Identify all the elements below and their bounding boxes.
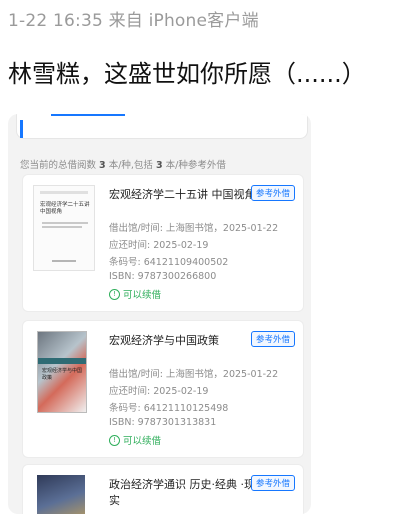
info-icon: !	[109, 434, 120, 446]
summary-count: 3	[99, 160, 106, 171]
post-text: 林雪糕，这盛世如你所愿（......）	[8, 60, 366, 88]
book-cover: 宏观经济学二十五讲 中国视角	[33, 185, 95, 271]
cover-title: 宏观经济学与中国政策	[42, 368, 83, 381]
book-card[interactable]: 政治经济学通识 历史·经典 ·现实 参考外借	[22, 464, 304, 514]
due-date: 应还时间: 2025-02-19	[109, 386, 209, 397]
isbn: ISBN: 9787301313831	[109, 417, 217, 428]
barcode: 条码号: 64121109400502	[109, 257, 229, 268]
book-cover: 宏观经济学与中国政策	[37, 331, 87, 413]
book-title[interactable]: 政治经济学通识 历史·经典 ·现实	[109, 477, 261, 509]
cover-band	[38, 358, 86, 364]
post-meta: 1-22 16:35 来自 iPhone客户端	[8, 11, 259, 31]
cover-publisher	[52, 260, 76, 262]
borrow-summary: 您当前的总借阅数 3 本/种,包括 3 本/种参考外借	[20, 157, 226, 171]
cover-header	[40, 191, 88, 194]
summary-prefix: 您当前的总借阅数	[20, 160, 97, 171]
summary-suffix: 本/种参考外借	[165, 160, 226, 171]
tab-bar	[16, 114, 308, 139]
info-icon: !	[109, 288, 120, 300]
screenshot-image[interactable]: 您当前的总借阅数 3 本/种,包括 3 本/种参考外借 宏观经济学二十五讲 中国…	[8, 114, 311, 514]
renew-label: 可以续借	[123, 436, 162, 447]
reference-loan-badge: 参考外借	[251, 331, 296, 347]
isbn: ISBN: 9787300266800	[109, 271, 217, 282]
book-card[interactable]: 宏观经济学与中国政策 宏观经济学与中国政策 参考外借 借出馆/时间: 上海图书馆…	[22, 320, 304, 458]
reference-loan-badge: 参考外借	[251, 475, 296, 491]
borrow-info: 借出馆/时间: 上海图书馆，2025-01-22	[109, 369, 279, 380]
renew-label: 可以续借	[123, 290, 162, 301]
active-tab-indicator	[51, 114, 125, 116]
barcode: 条码号: 64121110125498	[109, 403, 229, 414]
renew-link[interactable]: ! 可以续借	[109, 433, 161, 447]
due-date: 应还时间: 2025-02-19	[109, 240, 209, 251]
book-title[interactable]: 宏观经济学二十五讲 中国视角	[109, 187, 261, 203]
cover-title: 宏观经济学二十五讲 中国视角	[40, 202, 90, 215]
summary-ref-count: 3	[155, 160, 163, 171]
summary-mid: 本/种,包括	[108, 160, 153, 171]
scroll-indicator	[20, 120, 23, 138]
book-title[interactable]: 宏观经济学与中国政策	[109, 333, 261, 349]
cover-line	[42, 226, 82, 228]
renew-link[interactable]: ! 可以续借	[109, 287, 161, 301]
book-cover	[37, 475, 85, 514]
borrow-info: 借出馆/时间: 上海图书馆，2025-01-22	[109, 223, 279, 234]
book-card[interactable]: 宏观经济学二十五讲 中国视角 宏观经济学二十五讲 中国视角 参考外借 借出馆/时…	[22, 174, 304, 312]
reference-loan-badge: 参考外借	[251, 185, 296, 201]
cover-line	[42, 222, 88, 224]
